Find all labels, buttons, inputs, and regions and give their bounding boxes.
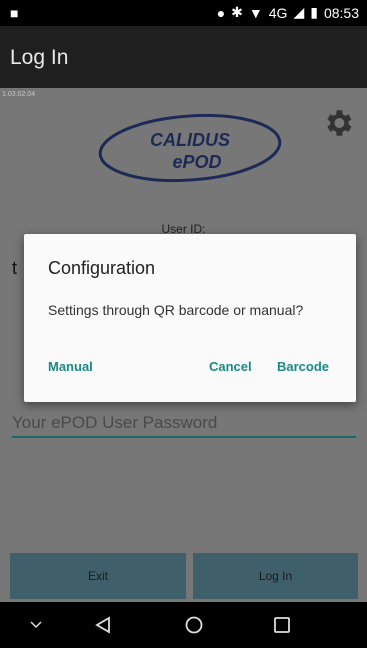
back-icon[interactable] — [93, 615, 113, 635]
calidus-epod-logo: CALIDUS ePOD — [98, 113, 282, 183]
chevron-down-icon[interactable] — [28, 615, 44, 635]
wifi-icon: ▼ — [248, 4, 263, 21]
logo-text-top: CALIDUS — [150, 130, 230, 150]
password-input[interactable] — [12, 410, 356, 438]
login-button[interactable]: Log In — [193, 553, 358, 599]
userid-input[interactable]: t — [12, 258, 17, 279]
dialog-message: Settings through QR barcode or manual? — [48, 302, 304, 318]
status-bar: ■ ● ✱ ▼ 4G ◢ ▮ 08:53 — [0, 0, 367, 26]
logo-text-bottom: ePOD — [172, 152, 221, 172]
notification-icon: ■ — [10, 5, 19, 21]
dialog-title: Configuration — [48, 258, 156, 278]
settings-gear-icon[interactable] — [321, 106, 355, 140]
configuration-dialog: Configuration Settings through QR barcod… — [24, 234, 356, 402]
signal-icon: ◢ — [293, 4, 305, 20]
manual-button[interactable]: Manual — [48, 359, 93, 374]
cancel-button[interactable]: Cancel — [209, 359, 252, 374]
navigation-bar — [0, 602, 367, 648]
recents-icon[interactable] — [272, 615, 292, 635]
battery-icon: ▮ — [310, 4, 318, 20]
app-bar: Log In — [0, 26, 367, 88]
barcode-button[interactable]: Barcode — [277, 359, 329, 374]
clock: 08:53 — [323, 4, 359, 21]
status-icons: ● ✱ ▼ 4G ◢ ▮ 08:53 — [217, 4, 359, 21]
version-label: 1.03.02.04 — [2, 91, 36, 98]
home-icon[interactable] — [184, 615, 204, 635]
page-title: Log In — [10, 46, 69, 69]
location-icon: ● — [216, 4, 226, 21]
network-type: 4G — [268, 4, 288, 21]
exit-button[interactable]: Exit — [10, 553, 186, 599]
bluetooth-icon: ✱ — [231, 4, 243, 20]
